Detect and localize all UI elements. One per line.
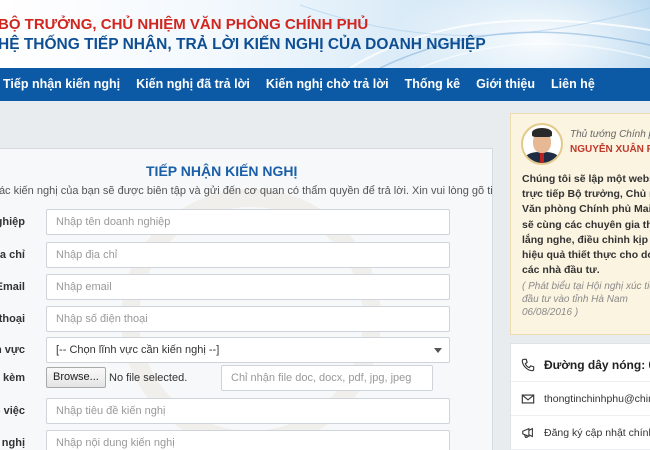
field-select-value: [-- Chọn lĩnh vực cần kiến nghị --] [56, 344, 220, 356]
nav-item-about[interactable]: Giới thiệu [468, 68, 543, 101]
citation-line: ( Phát biểu tại Hội nghị xúc tiến [522, 281, 650, 292]
email-label: Email [0, 281, 25, 293]
hotline-row[interactable]: Đường dây nóng: 080.43162 [511, 348, 650, 382]
citation-line: đầu tư vào tỉnh Hà Nam [522, 294, 628, 305]
nav-item-statistics[interactable]: Thống kê [397, 68, 469, 101]
attachment-row: File đính kèm Browse... No file selected… [0, 365, 491, 391]
nav-item-receive[interactable]: Tiếp nhận kiến nghị [0, 68, 128, 101]
subscribe-row[interactable]: Đăng ký cập nhật chính sách [511, 416, 650, 450]
nav-item-contact[interactable]: Liên hệ [543, 68, 603, 101]
pm-quote-card: Thủ tướng Chính phủ NGUYỄN XUÂN PHÚC Chú… [510, 113, 650, 335]
main-nav: Tiếp nhận kiến nghị Kiến nghị đã trả lời… [0, 68, 650, 101]
form-note: Các kiến nghị của bạn sẽ được biên tập v… [0, 185, 493, 197]
petition-form-panel: TIẾP NHẬN KIẾN NGHỊ Các kiến nghị của bạ… [0, 148, 493, 450]
field-label: Lĩnh vực [0, 344, 25, 356]
email-input[interactable]: Nhập email [46, 274, 450, 300]
hotline-text: Đường dây nóng: 080.43162 [544, 358, 650, 372]
company-input[interactable]: Nhập tên doanh nghiệp [46, 209, 450, 235]
phone-row: Điện thoại Nhập số điện thoại [0, 306, 491, 332]
quote-line: lắng nghe, điều chỉnh kịp thời [522, 233, 650, 246]
form-title: TIẾP NHẬN KIẾN NGHỊ [146, 163, 298, 179]
content-row: Kiến nghị Nhập nội dung kiến nghị [0, 430, 491, 450]
subscribe-text: Đăng ký cập nhật chính sách [544, 427, 650, 439]
quote-line: Văn phòng Chính phủ Mai Tiến Dũng [522, 203, 650, 216]
nav-item-answered[interactable]: Kiến nghị đã trả lời [128, 68, 258, 101]
company-label: Tên doanh nghiệp [0, 216, 25, 228]
quote-line: hiệu quả thiết thực cho doanh nghiệp, [522, 249, 650, 262]
banner-decoration [299, 4, 650, 68]
avatar [521, 123, 563, 165]
email-row: Email Nhập email [0, 274, 491, 300]
subscribe-icon [522, 427, 533, 438]
field-row: Lĩnh vực [-- Chọn lĩnh vực cần kiến nghị… [0, 337, 491, 363]
header-title-line1: BỘ TRƯỞNG, CHỦ NHIỆM VĂN PHÒNG CHÍNH PHỦ [0, 16, 369, 33]
content-textarea[interactable]: Nhập nội dung kiến nghị [46, 430, 450, 450]
quote-name: NGUYỄN XUÂN PHÚC [570, 144, 650, 155]
phone-input[interactable]: Nhập số điện thoại [46, 306, 450, 332]
address-row: Địa chỉ Nhập địa chỉ [0, 242, 491, 268]
chevron-down-icon [434, 348, 442, 353]
phone-icon [521, 358, 535, 372]
contact-email: thongtinchinhphu@chinhphu.vn [544, 393, 650, 405]
header-banner: BỘ TRƯỞNG, CHỦ NHIỆM VĂN PHÒNG CHÍNH PHỦ… [0, 0, 650, 68]
content-label: Kiến nghị [0, 437, 25, 449]
contact-card: Đường dây nóng: 080.43162 thongtinchinhp… [510, 343, 650, 450]
quote-role: Thủ tướng Chính phủ [570, 129, 650, 140]
address-label: Địa chỉ [0, 249, 25, 261]
subject-row: Về việc Nhập tiêu đề kiến nghị [0, 398, 491, 424]
quote-line: Chúng tôi sẽ lập một website [522, 173, 650, 185]
header-title-line2: HỆ THỐNG TIẾP NHẬN, TRẢ LỜI KIẾN NGHỊ CỦ… [0, 36, 486, 53]
quote-line: các nhà đầu tư. [522, 264, 600, 277]
attachment-label: File đính kèm [0, 372, 25, 384]
subject-label: Về việc [0, 405, 25, 417]
file-status: No file selected. [109, 372, 188, 384]
quote-line: trực tiếp Bộ trưởng, Chủ nhiệm [522, 188, 650, 201]
quote-body: Chúng tôi sẽ lập một website trực tiếp B… [522, 172, 650, 278]
phone-label: Điện thoại [0, 313, 25, 325]
company-row: Tên doanh nghiệp Nhập tên doanh nghiệp [0, 209, 491, 235]
email-contact-row[interactable]: thongtinchinhphu@chinhphu.vn [511, 382, 650, 416]
citation-line: 06/08/2016 ) [522, 307, 579, 318]
nav-item-pending[interactable]: Kiến nghị chờ trả lời [258, 68, 397, 101]
field-select[interactable]: [-- Chọn lĩnh vực cần kiến nghị --] [46, 337, 450, 363]
quote-citation: ( Phát biểu tại Hội nghị xúc tiến đầu tư… [522, 280, 650, 319]
mail-icon [521, 394, 535, 404]
browse-button[interactable]: Browse... [46, 367, 106, 388]
file-type-hint: Chỉ nhận file doc, docx, pdf, jpg, jpeg [221, 365, 433, 391]
quote-line: sẽ cùng các chuyên gia thu nhận, [522, 218, 650, 231]
address-input[interactable]: Nhập địa chỉ [46, 242, 450, 268]
subject-input[interactable]: Nhập tiêu đề kiến nghị [46, 398, 450, 424]
